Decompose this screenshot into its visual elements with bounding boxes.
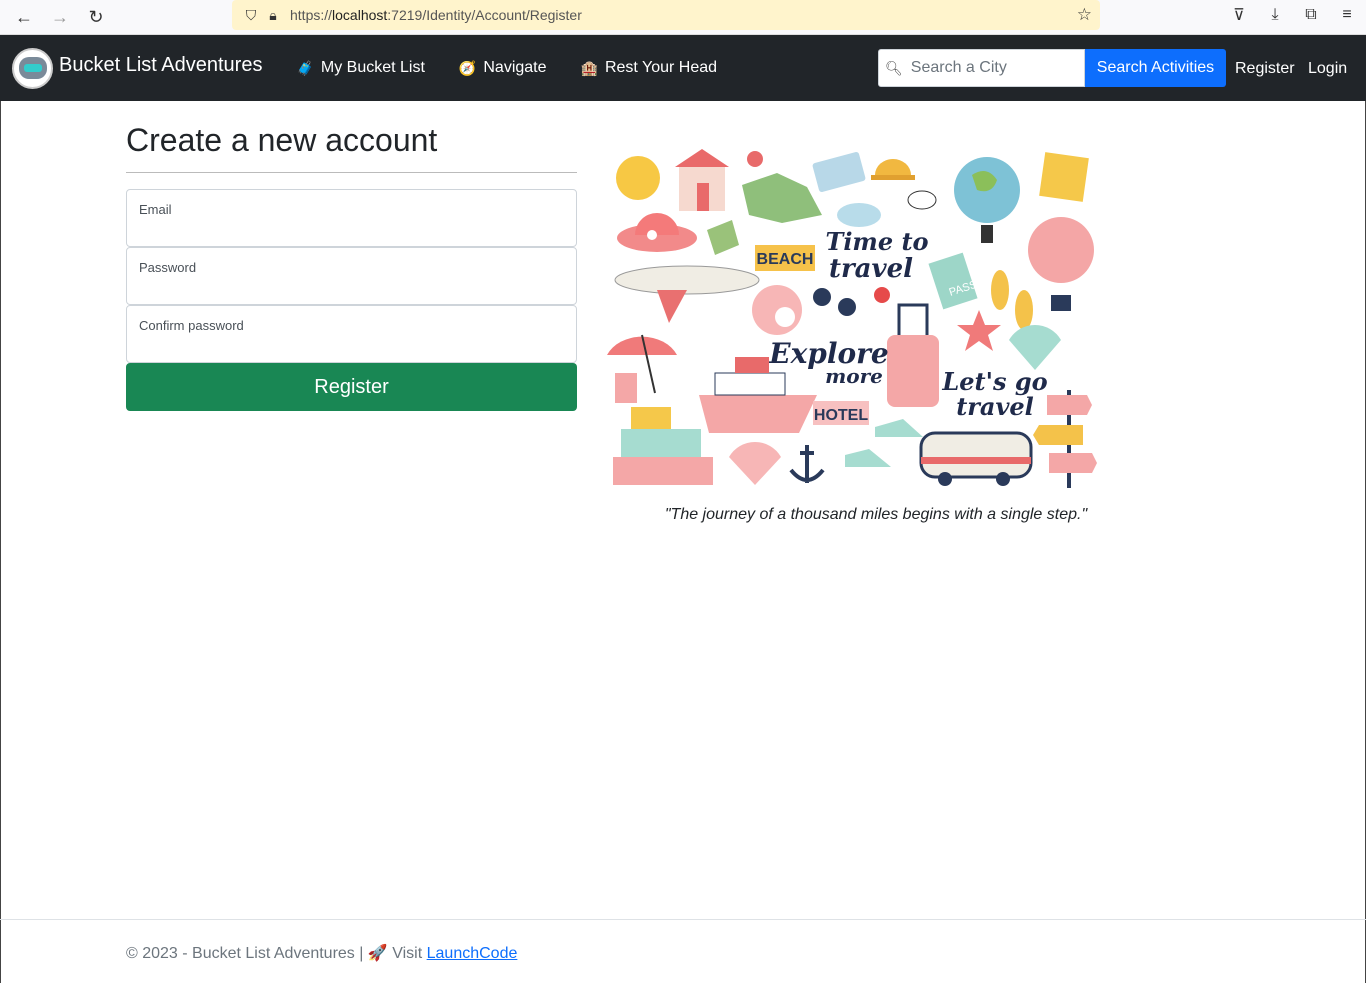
- illus-text-time-to: Time to: [825, 227, 928, 256]
- shield-icon[interactable]: ⛉: [240, 7, 262, 24]
- sneaker-icon: [875, 419, 923, 437]
- city-search: 🔍︎ Search a City Search Activities: [878, 49, 1226, 87]
- url-path: :7219/Identity/Account/Register: [387, 7, 582, 23]
- nav-navigate[interactable]: 🧭 Navigate: [459, 59, 547, 77]
- travel-quote: "The journey of a thousand miles begins …: [664, 506, 1088, 523]
- strawberry-icon: [874, 287, 890, 303]
- page-title: Create a new account: [126, 122, 438, 158]
- search-icon: 🔍︎: [885, 59, 903, 76]
- footer-visit: Visit: [392, 945, 423, 962]
- download-icon[interactable]: ⤓: [1264, 3, 1286, 27]
- footer-divider: [0, 919, 1366, 920]
- brand-name[interactable]: Bucket List Adventures: [59, 54, 262, 77]
- nav-rest-your-head[interactable]: 🏨 Rest Your Head: [581, 59, 718, 77]
- footer-copyright: © 2023 - Bucket List Adventures |: [126, 945, 364, 962]
- illus-text-travel-1: travel: [829, 254, 913, 284]
- illus-text-travel-2: travel: [956, 392, 1034, 421]
- search-input[interactable]: 🔍︎ Search a City: [878, 49, 1085, 87]
- ticket-icon: [812, 151, 866, 193]
- brand-logo-icon[interactable]: [12, 47, 53, 89]
- map-pin-icon: [747, 151, 763, 167]
- url-bar[interactable]: ⛉ 🔒︎ https://localhost:7219/Identity/Acc…: [232, 0, 1100, 30]
- travel-illustration: BEACH Time to travel PASS Explore more L…: [607, 149, 1097, 488]
- back-arrow-icon[interactable]: ←: [6, 2, 42, 32]
- title-divider: [126, 172, 577, 173]
- illus-text-beach: BEACH: [757, 251, 814, 268]
- seagull-icon: [907, 190, 937, 210]
- illus-text-more: more: [825, 364, 883, 388]
- site-navbar: Bucket List Adventures 🧳 My Bucket List …: [0, 35, 1366, 101]
- nav-label: Navigate: [483, 59, 547, 76]
- page-left-edge: [0, 101, 1, 983]
- password-field[interactable]: Password: [126, 247, 577, 305]
- cruise-ship-icon: [699, 395, 817, 433]
- nav-label: My Bucket List: [320, 59, 425, 76]
- browser-toolbar: ← → ↻ ⛉ 🔒︎ https://localhost:7219/Identi…: [0, 0, 1366, 35]
- confirm-password-field[interactable]: Confirm password: [126, 305, 577, 363]
- register-button[interactable]: Register: [126, 363, 577, 411]
- hotel-icon: 🏨: [580, 59, 598, 76]
- nav-my-bucket-list[interactable]: 🧳 My Bucket List: [296, 59, 424, 77]
- launchcode-link[interactable]: LaunchCode: [427, 945, 518, 962]
- nav-links: 🧳 My Bucket List 🧭 Navigate 🏨 Rest Your …: [296, 59, 751, 77]
- postcard-icon: [1039, 152, 1089, 202]
- compass-icon: 🧭: [458, 59, 477, 76]
- menu-hamburger-icon[interactable]: ≡: [1336, 3, 1358, 27]
- email-field[interactable]: Email: [126, 189, 577, 247]
- reload-icon[interactable]: ↻: [78, 2, 114, 32]
- sunglasses-icon: [813, 288, 831, 306]
- lock-icon[interactable]: 🔒︎: [262, 7, 284, 24]
- pocket-icon[interactable]: ⊽: [1228, 3, 1250, 27]
- luggage-tag-icon: [707, 220, 739, 255]
- nav-register-link[interactable]: Register: [1235, 60, 1295, 78]
- seashell-icon: [1009, 324, 1061, 370]
- camper-van-icon: [919, 431, 1033, 479]
- brand[interactable]: Bucket List Adventures: [12, 47, 262, 89]
- extensions-icon[interactable]: ⧉: [1300, 3, 1322, 27]
- forward-arrow-icon[interactable]: →: [42, 2, 78, 32]
- pink-suitcase-icon: [887, 335, 939, 407]
- coffee-cup-icon: [615, 373, 637, 403]
- yellow-suitcase-icon: [631, 407, 671, 429]
- map-icon: [742, 173, 822, 223]
- confirm-password-input[interactable]: [139, 337, 564, 355]
- rocket-icon: 🚀: [367, 945, 388, 962]
- email-input[interactable]: [139, 221, 564, 239]
- anchor-icon: [789, 445, 825, 483]
- scallop-shell-icon: [729, 441, 781, 485]
- luggage-icon: 🧳: [296, 59, 314, 76]
- bell-icon: [875, 159, 911, 175]
- pink-trunk-icon: [613, 457, 713, 485]
- url-scheme: https://: [290, 7, 333, 23]
- illus-text-hotel: HOTEL: [814, 407, 868, 424]
- search-placeholder: Search a City: [910, 59, 1007, 76]
- bookmark-star-icon[interactable]: ☆: [1077, 5, 1092, 25]
- starfish-icon: [957, 310, 1001, 351]
- teal-suitcase-icon: [621, 429, 701, 457]
- password-label: Password: [139, 260, 197, 275]
- sleep-mask-icon: [837, 203, 881, 227]
- password-input[interactable]: [139, 279, 564, 297]
- confirm-password-label: Confirm password: [139, 318, 244, 333]
- nav-label: Rest Your Head: [604, 59, 718, 76]
- flip-flop-icon: [991, 270, 1009, 310]
- nav-login-link[interactable]: Login: [1308, 60, 1347, 78]
- hot-air-balloon-icon: [1028, 217, 1094, 283]
- airplane-icon: [614, 265, 760, 295]
- sun-icon: [616, 156, 660, 200]
- footer: © 2023 - Bucket List Adventures | 🚀 Visi…: [126, 943, 517, 963]
- url-host: localhost: [332, 7, 388, 23]
- search-activities-button[interactable]: Search Activities: [1085, 49, 1226, 87]
- email-label: Email: [139, 202, 172, 217]
- neck-pillow-icon: [752, 285, 802, 335]
